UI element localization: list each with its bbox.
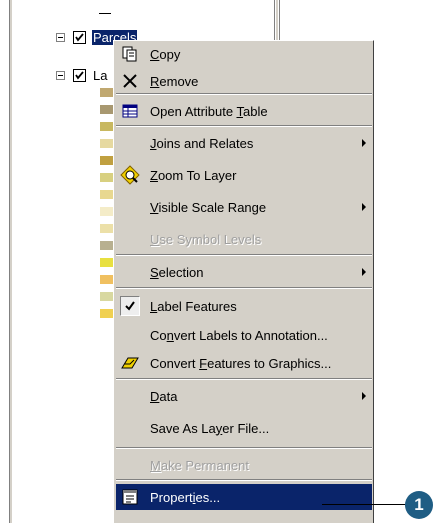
menu-separator <box>116 479 372 481</box>
zoom-to-layer-icon <box>120 165 140 185</box>
convert-features-icon <box>120 353 140 373</box>
menu-icon-slot <box>120 262 140 282</box>
menu-icon-slot <box>120 133 140 153</box>
layer-context-menu: Copy Remove Open Attribute Table Joins and … <box>113 40 374 523</box>
menu-item-label: Copy <box>150 47 180 62</box>
menu-item-label: Save As Layer File... <box>150 421 269 436</box>
submenu-arrow-icon <box>362 139 366 147</box>
menu-accelerator-key: F <box>199 355 208 371</box>
menu-item-properties[interactable]: Properties... <box>116 484 372 510</box>
menu-item-label: Zoom To Layer <box>150 168 236 183</box>
menu-item-joins-and-relates[interactable]: Joins and Relates <box>116 130 372 156</box>
submenu-arrow-icon <box>362 203 366 211</box>
menu-item-label: Data <box>150 389 177 404</box>
menu-label-text: emove <box>159 73 199 89</box>
menu-item-label: Open Attribute Table <box>150 104 268 119</box>
menu-label-text: isible Scale Range <box>158 199 267 215</box>
submenu-arrow-icon <box>362 392 366 400</box>
layer-name-la[interactable]: La <box>92 68 108 83</box>
menu-item-label: Visible Scale Range <box>150 200 266 215</box>
menu-label-text: oom To Layer <box>157 167 237 183</box>
menu-accelerator-key: U <box>150 231 160 247</box>
menu-icon-slot <box>120 386 140 406</box>
checkmark-icon <box>120 296 140 316</box>
menu-item-label-features[interactable]: Label Features <box>116 293 372 319</box>
menu-label-text: se Symbol Levels <box>159 231 262 247</box>
menu-item-remove[interactable]: Remove <box>116 68 372 94</box>
menu-accelerator-key: n <box>166 327 174 343</box>
menu-item-label: Label Features <box>150 299 237 314</box>
menu-item-use-symbol-levels: Use Symbol Levels <box>116 226 372 252</box>
menu-label-text: ake Permanent <box>160 457 250 473</box>
menu-item-open-attribute-table[interactable]: Open Attribute Table <box>116 98 372 124</box>
menu-separator <box>116 254 372 256</box>
menu-label-text: er File... <box>222 420 270 436</box>
tree-remnant-line <box>99 13 111 14</box>
menu-item-convert-features[interactable]: Convert Features to Graphics... <box>116 350 372 376</box>
menu-label-text: able <box>243 103 268 119</box>
menu-label-text: opy <box>159 46 181 62</box>
menu-label-text: ata <box>159 388 178 404</box>
menu-label-text: eatures to Graphics... <box>207 355 332 371</box>
layer-visibility-checkbox[interactable] <box>73 68 86 82</box>
menu-item-zoom-to-layer[interactable]: Zoom To Layer <box>116 162 372 188</box>
menu-item-label: Use Symbol Levels <box>150 232 261 247</box>
callout-line <box>322 504 412 505</box>
checkmark-icon <box>75 32 84 42</box>
callout-badge: 1 <box>405 491 433 519</box>
menu-icon-slot <box>120 229 140 249</box>
collapse-icon[interactable] <box>56 32 65 42</box>
properties-icon <box>120 487 140 507</box>
menu-accelerator-key: M <box>150 457 161 473</box>
menu-accelerator-key: D <box>150 388 160 404</box>
menu-item-copy[interactable]: Copy <box>116 41 372 67</box>
checkmark-icon <box>75 70 84 80</box>
menu-label-text: vert Labels to Annotation... <box>173 327 328 343</box>
menu-separator <box>116 447 372 449</box>
menu-icon-slot <box>120 418 140 438</box>
menu-separator <box>116 125 372 127</box>
menu-label-text: oins and Relates <box>156 135 254 151</box>
menu-label-text: abel Features <box>157 298 237 314</box>
submenu-arrow-icon <box>362 268 366 276</box>
menu-label-text: Convert <box>150 355 200 371</box>
menu-item-convert-labels[interactable]: Convert Labels to Annotation... <box>116 322 372 348</box>
collapse-icon[interactable] <box>56 70 65 80</box>
menu-item-label: Make Permanent <box>150 458 249 473</box>
copy-icon <box>120 44 140 64</box>
menu-item-label: Selection <box>150 265 203 280</box>
table-icon <box>120 101 140 121</box>
menu-item-make-permanent: Make Permanent <box>116 452 372 478</box>
menu-item-label: Properties... <box>150 490 220 505</box>
menu-label-text: Propert <box>150 489 193 505</box>
menu-item-visible-scale-range[interactable]: Visible Scale Range <box>116 194 372 220</box>
panel-left-border-light <box>10 0 12 523</box>
menu-accelerator-key: C <box>150 46 160 62</box>
menu-label-text: Save As La <box>150 420 216 436</box>
menu-item-label: Remove <box>150 74 198 89</box>
menu-label-text: Open Attribute <box>150 103 237 119</box>
remove-icon <box>120 71 140 91</box>
menu-item-data[interactable]: Data <box>116 383 372 409</box>
layer-visibility-checkbox[interactable] <box>73 30 86 44</box>
menu-accelerator-key: R <box>150 73 160 89</box>
menu-accelerator-key: S <box>150 264 159 280</box>
menu-item-save-as-layer-file[interactable]: Save As Layer File... <box>116 415 372 441</box>
menu-item-selection[interactable]: Selection <box>116 259 372 285</box>
menu-separator <box>116 287 372 289</box>
menu-icon-slot <box>120 325 140 345</box>
menu-label-text: es... <box>195 489 221 505</box>
menu-item-label: Convert Labels to Annotation... <box>150 328 328 343</box>
menu-icon-slot <box>120 455 140 475</box>
menu-label-text: election <box>158 264 204 280</box>
menu-label-text: Co <box>150 327 167 343</box>
menu-item-label: Joins and Relates <box>150 136 253 151</box>
menu-accelerator-key: Z <box>150 167 158 183</box>
menu-item-label: Convert Features to Graphics... <box>150 356 331 371</box>
layer-row-la[interactable]: La <box>56 66 108 84</box>
menu-separator <box>116 378 372 380</box>
menu-icon-slot <box>120 197 140 217</box>
